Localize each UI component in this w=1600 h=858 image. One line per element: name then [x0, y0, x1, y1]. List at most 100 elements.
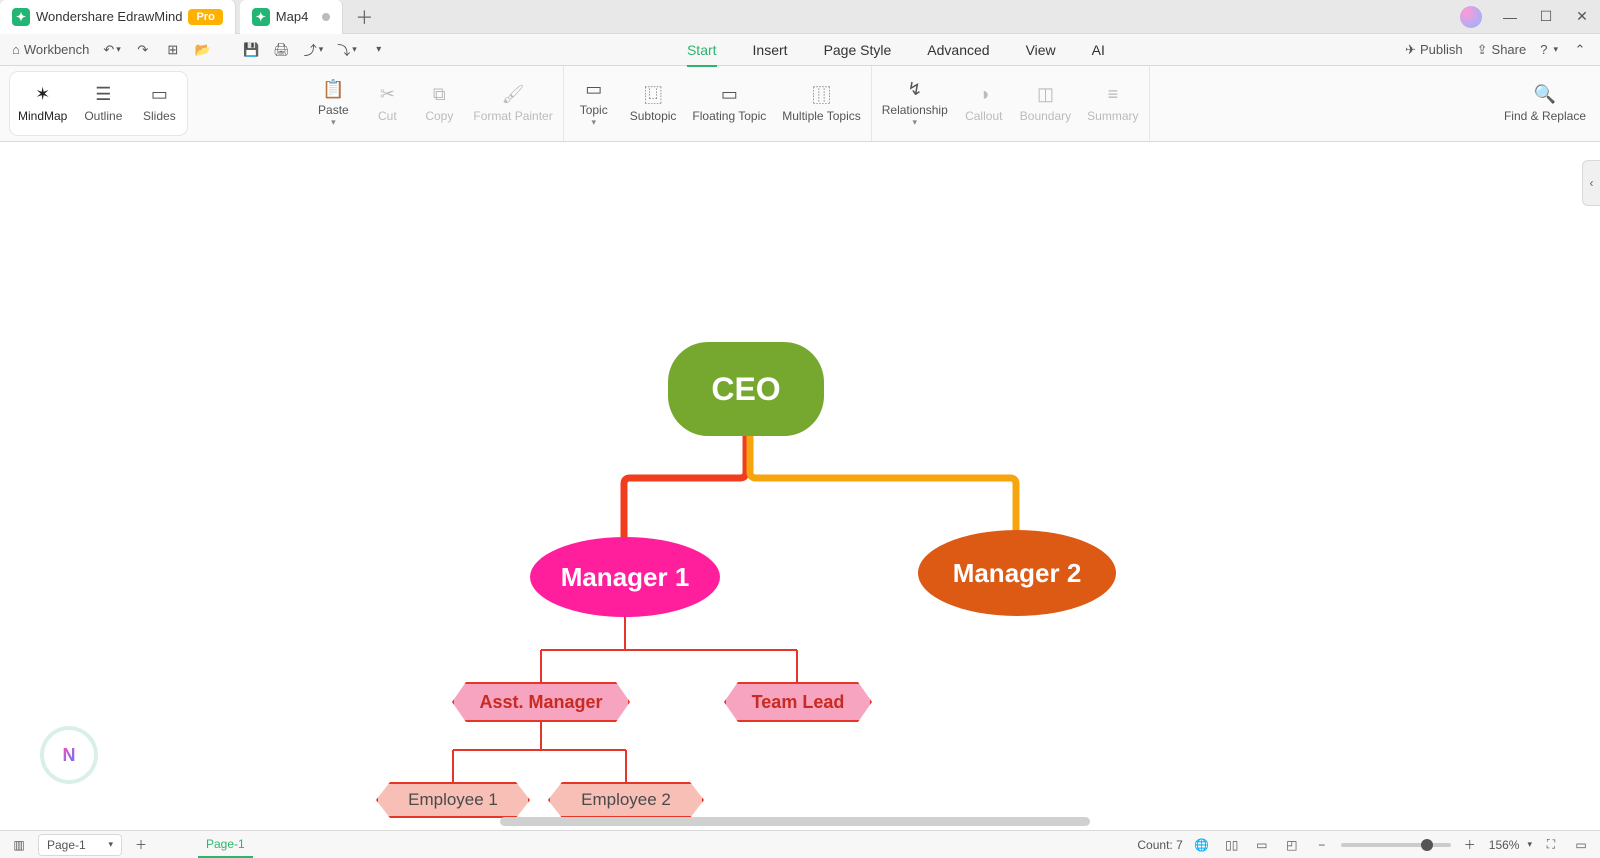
share-button[interactable]: ⇪ Share: [1473, 38, 1531, 62]
app-logo-icon: ✦: [12, 8, 30, 26]
collapse-ribbon-button[interactable]: ⌃: [1568, 38, 1592, 62]
viewmode-mindmap[interactable]: ✶ MindMap: [10, 72, 75, 135]
statusbar: ▥ Page-1 ▾ ＋ Page-1 Count: 7 🌐 ▯▯ ▭ ◰ − …: [0, 830, 1600, 858]
viewmode-slides[interactable]: ▭ Slides: [131, 72, 187, 135]
add-page-button[interactable]: ＋: [130, 834, 152, 856]
undo-button[interactable]: ↶▾: [99, 38, 124, 62]
node-team-lead[interactable]: Team Lead: [724, 682, 872, 722]
workbench-label: Workbench: [24, 42, 90, 57]
copy-button[interactable]: ⧉ Copy: [413, 70, 465, 137]
format-painter-button[interactable]: 🖌 Format Painter: [465, 70, 560, 137]
viewmode-outline[interactable]: ☰ Outline: [75, 72, 131, 135]
node-ceo[interactable]: CEO: [668, 342, 824, 436]
floating-topic-icon: ▭: [719, 85, 739, 105]
fullscreen-button[interactable]: ⛶: [1540, 834, 1562, 856]
fit-selection-button[interactable]: ◰: [1281, 834, 1303, 856]
avatar[interactable]: [1460, 6, 1482, 28]
page-select-label: Page-1: [47, 838, 86, 852]
multiple-topics-icon: ⿲: [811, 85, 831, 105]
share-icon: ⇪: [1477, 42, 1488, 58]
print-button[interactable]: 🖨: [269, 38, 294, 62]
viewmode-group: ✶ MindMap ☰ Outline ▭ Slides: [10, 72, 187, 135]
summary-button[interactable]: ≡ Summary: [1079, 70, 1146, 137]
cut-button[interactable]: ✂ Cut: [361, 70, 413, 137]
horizontal-scrollbar[interactable]: [500, 817, 1090, 826]
topic-button[interactable]: ▭ Topic ▾: [566, 70, 622, 137]
ai-fab-button[interactable]: N: [44, 730, 94, 780]
publish-button[interactable]: ✈ Publish: [1401, 38, 1467, 62]
node-employee-1[interactable]: Employee 1: [376, 782, 530, 818]
titlebar: ✦ Wondershare EdrawMind Pro ✦ Map4 ＋ — ☐…: [0, 0, 1600, 34]
connectors: [0, 142, 1600, 830]
cut-icon: ✂: [377, 85, 397, 105]
boundary-button[interactable]: ◫ Boundary: [1012, 70, 1079, 137]
app-name: Wondershare EdrawMind: [36, 9, 182, 24]
publish-label: Publish: [1420, 42, 1463, 57]
open-file-button[interactable]: 📂: [191, 38, 215, 62]
canvas[interactable]: CEO Manager 1 Manager 2 Asst. Manager Te…: [0, 142, 1600, 830]
app-tab[interactable]: ✦ Wondershare EdrawMind Pro: [0, 0, 236, 34]
workbench-button[interactable]: ⌂ Workbench: [8, 38, 93, 62]
menu-insert[interactable]: Insert: [753, 34, 788, 66]
minimize-button[interactable]: —: [1492, 0, 1528, 34]
new-file-button[interactable]: ⊞: [161, 38, 185, 62]
maximize-button[interactable]: ☐: [1528, 0, 1564, 34]
zoom-slider[interactable]: [1341, 843, 1451, 847]
chevron-down-icon: ▾: [912, 117, 917, 128]
presentation-button[interactable]: ▭: [1570, 834, 1592, 856]
zoom-label: 156%: [1489, 838, 1520, 852]
relationship-icon: ↯: [905, 79, 925, 99]
zoom-in-button[interactable]: ＋: [1459, 834, 1481, 856]
fit-width-button[interactable]: ▭: [1251, 834, 1273, 856]
node-manager-1[interactable]: Manager 1: [530, 537, 720, 617]
page-select[interactable]: Page-1 ▾: [38, 834, 122, 856]
find-group: 🔍 Find & Replace: [1494, 66, 1596, 141]
page-tab[interactable]: Page-1: [198, 832, 253, 858]
more-quick-button[interactable]: ▾: [367, 38, 391, 62]
help-button[interactable]: ?▾: [1536, 38, 1562, 62]
menu-view[interactable]: View: [1026, 34, 1056, 66]
paste-icon: 📋: [323, 79, 343, 99]
paste-button[interactable]: 📋 Paste ▾: [305, 70, 361, 137]
chevron-down-icon: ▾: [331, 117, 336, 128]
new-tab-button[interactable]: ＋: [351, 4, 377, 30]
import-button[interactable]: ⤵▾: [333, 38, 361, 62]
callout-button[interactable]: ◑ Callout: [956, 70, 1012, 137]
fit-page-button[interactable]: ▯▯: [1221, 834, 1243, 856]
ai-icon: N: [63, 745, 76, 766]
relation-group: ↯ Relationship ▾ ◑ Callout ◫ Boundary ≡ …: [872, 66, 1150, 141]
chevron-down-icon[interactable]: ▾: [1527, 839, 1532, 850]
subtopic-icon: ⿶: [643, 85, 663, 105]
subtopic-button[interactable]: ⿶ Subtopic: [622, 70, 685, 137]
chevron-down-icon: ▾: [108, 839, 113, 850]
multiple-topics-button[interactable]: ⿲ Multiple Topics: [774, 70, 868, 137]
zoom-out-button[interactable]: −: [1311, 834, 1333, 856]
node-manager-2[interactable]: Manager 2: [918, 530, 1116, 616]
chevron-down-icon: ▾: [591, 117, 596, 128]
share-label: Share: [1492, 42, 1527, 57]
pro-badge: Pro: [188, 9, 222, 25]
close-window-button[interactable]: ✕: [1564, 0, 1600, 34]
relationship-button[interactable]: ↯ Relationship ▾: [874, 70, 956, 137]
menu-page-style[interactable]: Page Style: [824, 34, 892, 66]
topic-group: ▭ Topic ▾ ⿶ Subtopic ▭ Floating Topic ⿲ …: [564, 66, 872, 141]
summary-icon: ≡: [1103, 85, 1123, 105]
menu-ai[interactable]: AI: [1092, 34, 1105, 66]
copy-icon: ⧉: [429, 85, 449, 105]
redo-button[interactable]: ↷: [131, 38, 155, 62]
side-panel-toggle[interactable]: ‹: [1582, 160, 1600, 206]
document-tab[interactable]: ✦ Map4: [240, 0, 344, 34]
fit-globe-button[interactable]: 🌐: [1191, 834, 1213, 856]
floating-topic-button[interactable]: ▭ Floating Topic: [684, 70, 774, 137]
find-replace-button[interactable]: 🔍 Find & Replace: [1496, 70, 1594, 137]
node-employee-2[interactable]: Employee 2: [548, 782, 704, 818]
publish-icon: ✈: [1405, 42, 1416, 58]
topic-icon: ▭: [584, 79, 604, 99]
menu-start[interactable]: Start: [687, 34, 717, 66]
node-asst-manager[interactable]: Asst. Manager: [452, 682, 630, 722]
menu-advanced[interactable]: Advanced: [927, 34, 989, 66]
save-button[interactable]: 💾: [239, 38, 263, 62]
export-button[interactable]: ⤴▾: [300, 38, 328, 62]
pages-panel-button[interactable]: ▥: [8, 834, 30, 856]
ribbon: ✶ MindMap ☰ Outline ▭ Slides 📋 Paste ▾ ✂…: [0, 66, 1600, 142]
